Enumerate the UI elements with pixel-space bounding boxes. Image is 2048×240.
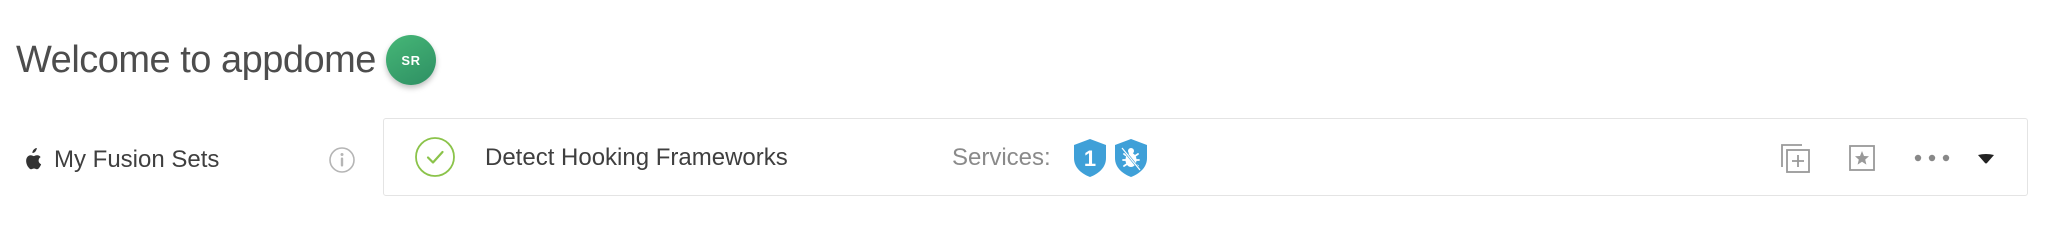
avatar-initials: SR	[401, 52, 421, 68]
sidebar-item-label: My Fusion Sets	[54, 146, 220, 173]
more-icon[interactable]	[1912, 141, 1952, 175]
star-icon[interactable]	[1845, 141, 1879, 175]
fusion-set-card[interactable]: Detect Hooking Frameworks Services: 1	[383, 118, 2028, 196]
avatar[interactable]: SR	[385, 35, 436, 85]
fusion-set-name[interactable]: Detect Hooking Frameworks	[485, 141, 788, 175]
info-icon[interactable]	[328, 146, 356, 174]
services-label: Services:	[952, 144, 1051, 171]
shield-bug-icon[interactable]	[1113, 138, 1149, 178]
shield-number-text: 1	[1084, 146, 1096, 171]
chevron-down-icon[interactable]	[1972, 141, 2000, 175]
shield-number-icon[interactable]: 1	[1072, 138, 1108, 178]
copy-add-icon[interactable]	[1778, 141, 1814, 175]
apple-icon	[22, 148, 42, 172]
page-title: Welcome to appdome	[16, 38, 376, 81]
welcome-header: Welcome to appdome SR	[16, 30, 436, 90]
check-circle-icon	[414, 136, 456, 178]
sidebar-item-my-fusion-sets[interactable]: My Fusion Sets	[22, 136, 358, 184]
